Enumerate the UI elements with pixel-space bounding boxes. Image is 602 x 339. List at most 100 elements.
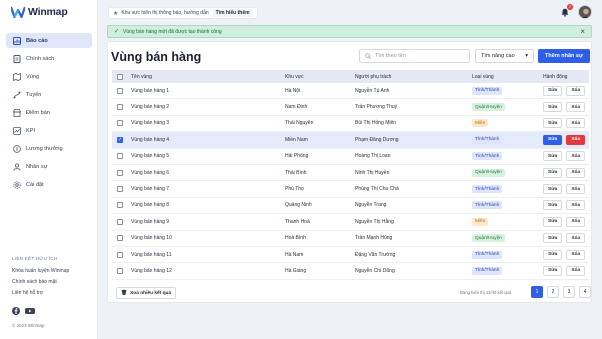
cell-area: Thái Nguyên [285, 120, 314, 127]
edit-button[interactable]: Sửa [543, 265, 563, 276]
link-support[interactable]: Liên hệ hỗ trợ [12, 290, 69, 296]
sidebar-item-label: Điểm bán [26, 109, 50, 116]
row-checkbox[interactable] [117, 186, 123, 193]
table-row[interactable]: Vùng bán hàng 11 Hà Nam Đặng Văn Trường Tỉn… [112, 247, 589, 264]
app-logo[interactable]: Winmap [11, 6, 68, 18]
delete-button[interactable]: Xóa [566, 134, 586, 145]
learn-more-button[interactable]: Tìm hiểu thêm [212, 9, 253, 17]
edit-button[interactable]: Sửa [543, 85, 563, 96]
table-row[interactable]: Vùng bán hàng 7 Phú Thọ Phùng Thị Chu Chả T… [112, 181, 589, 198]
header-person[interactable]: Người phụ trách [355, 74, 472, 80]
sidebar-item-kpi[interactable]: KPI [6, 123, 92, 138]
facebook-icon[interactable] [12, 307, 20, 315]
page-title: Vùng bán hàng [111, 50, 202, 64]
delete-button[interactable]: Xóa [566, 233, 586, 244]
table-row[interactable]: Vùng bán hàng 6 Thái Bình Ninh Thị Huyền Qu… [112, 165, 589, 182]
sidebar-item-people[interactable]: Nhân sự [6, 159, 92, 174]
table-row[interactable]: ✓ Vùng bán hàng 4 Miền Nam Phạm Đăng Dương T… [112, 132, 589, 149]
edit-button[interactable]: Sửa [543, 233, 563, 244]
delete-button[interactable]: Xóa [566, 184, 586, 195]
add-staff-button[interactable]: Thêm nhân sự [538, 49, 590, 63]
delete-button[interactable]: Xóa [566, 216, 586, 227]
sidebar-item-label: Nhân sự [26, 163, 48, 170]
delete-button[interactable]: Xóa [566, 102, 586, 113]
cell-person: Nguyễn Tú Anh [355, 87, 390, 94]
table-row[interactable]: Vùng bán hàng 10 Hoà Bình Trần Mạnh Hùng Qu… [112, 231, 589, 247]
bulk-delete-button[interactable]: 🗑 Xoá nhiều kết quả [116, 287, 177, 299]
row-checkbox[interactable] [117, 169, 123, 176]
avatar[interactable] [578, 5, 592, 19]
link-training[interactable]: Khóa huấn luyện Winmap [12, 268, 69, 274]
edit-button[interactable]: Sửa [543, 102, 563, 113]
edit-button[interactable]: Sửa [543, 200, 563, 211]
edit-button[interactable]: Sửa [543, 134, 563, 145]
delete-button[interactable]: Xóa [566, 85, 586, 96]
edit-button[interactable]: Sửa [543, 151, 563, 162]
table-row[interactable]: Vùng bán hàng 2 Nam Định Trần Phương Thuý Q… [112, 99, 589, 116]
cell-name: Vùng bán hàng 10 [131, 235, 172, 242]
cell-area: Thanh Hoá [285, 218, 310, 225]
row-checkbox[interactable] [117, 251, 123, 258]
sidebar-item-salary[interactable]: Lương thưởng [6, 141, 92, 156]
edit-button[interactable]: Sửa [543, 167, 563, 178]
type-badge: Quận/Huyện [472, 103, 505, 112]
type-badge: Tỉnh/Thành [472, 135, 503, 144]
delete-button[interactable]: Xóa [566, 167, 586, 178]
row-checkbox[interactable]: ✓ [117, 136, 123, 143]
page-button[interactable]: 3 [563, 286, 575, 298]
page-button[interactable]: 1 [531, 286, 543, 298]
delete-button[interactable]: Xóa [566, 265, 586, 276]
table-row[interactable]: Vùng bán hàng 5 Hải Phòng Hoàng Thị Loan Tỉ… [112, 149, 589, 165]
table-row[interactable]: Vùng bán hàng 12 Hà Giang Nguyễn Chí Dũng T… [112, 263, 589, 280]
header-area[interactable]: Khu vực [285, 74, 355, 80]
table-row[interactable]: Vùng bán hàng 1 Hà Nội Nguyễn Tú Anh Tỉnh/T… [112, 83, 589, 100]
link-privacy[interactable]: Chính sách bảo mật [12, 279, 69, 285]
sidebar-item-settings[interactable]: Cài đặt [6, 177, 92, 192]
row-checkbox[interactable] [117, 267, 123, 274]
header-type[interactable]: Loại vùng [472, 74, 543, 80]
cell-area: Hà Nội [285, 87, 301, 94]
youtube-icon[interactable] [25, 307, 35, 315]
edit-button[interactable]: Sửa [543, 249, 563, 260]
table-row[interactable]: Vùng bán hàng 8 Quảng Ninh Nguyễn Trang Tỉn… [112, 198, 589, 215]
edit-button[interactable]: Sửa [543, 184, 563, 195]
social-links [12, 307, 35, 315]
row-checkbox[interactable] [117, 235, 123, 242]
cell-name: Vùng bán hàng 9 [131, 218, 170, 225]
cell-name: Vùng bán hàng 7 [131, 186, 170, 193]
notification-button[interactable]: 2 [559, 4, 573, 18]
cell-person: Nguyễn Trang [355, 202, 387, 209]
row-checkbox[interactable] [117, 218, 123, 225]
cell-area: Miền Nam [285, 136, 308, 143]
row-checkbox[interactable] [117, 87, 123, 94]
cell-person: Trần Mạnh Hùng [355, 235, 393, 242]
delete-button[interactable]: Xóa [566, 249, 586, 260]
cell-area: Nam Định [285, 104, 308, 111]
sidebar-item-region[interactable]: Vùng [6, 69, 92, 84]
page-button[interactable]: 2 [547, 286, 559, 298]
delete-button[interactable]: Xóa [566, 151, 586, 162]
check-circle-icon: ✓ [114, 29, 120, 35]
row-checkbox[interactable] [117, 104, 123, 111]
edit-button[interactable]: Sửa [543, 118, 563, 129]
row-checkbox[interactable] [117, 120, 123, 127]
sidebar-item-store[interactable]: Điểm bán [6, 105, 92, 120]
edit-button[interactable]: Sửa [543, 216, 563, 227]
select-all-checkbox[interactable] [117, 73, 123, 80]
sidebar-item-route[interactable]: Tuyến [6, 87, 92, 102]
close-icon[interactable]: × [580, 27, 585, 36]
search-input[interactable] [375, 53, 465, 59]
row-checkbox[interactable] [117, 153, 123, 160]
delete-button[interactable]: Xóa [566, 200, 586, 211]
sidebar-item-reports[interactable]: Báo cáo [6, 33, 92, 48]
row-checkbox[interactable] [117, 202, 123, 209]
table-row[interactable]: Vùng bán hàng 3 Thái Nguyên Bùi Thị Hồng M… [112, 116, 589, 133]
search-box[interactable] [359, 49, 470, 63]
sidebar-item-policy[interactable]: Chính sách [6, 51, 92, 66]
page-button[interactable]: 4 [579, 286, 591, 298]
cell-area: Hà Nam [285, 251, 304, 258]
header-name[interactable]: Tên vùng [128, 74, 285, 80]
delete-button[interactable]: Xóa [566, 118, 586, 129]
table-row[interactable]: Vùng bán hàng 9 Thanh Hoá Nguyễn Thị Hằng M… [112, 214, 589, 231]
advanced-search-dropdown[interactable]: Tìm nâng cao ▾ [475, 49, 534, 63]
